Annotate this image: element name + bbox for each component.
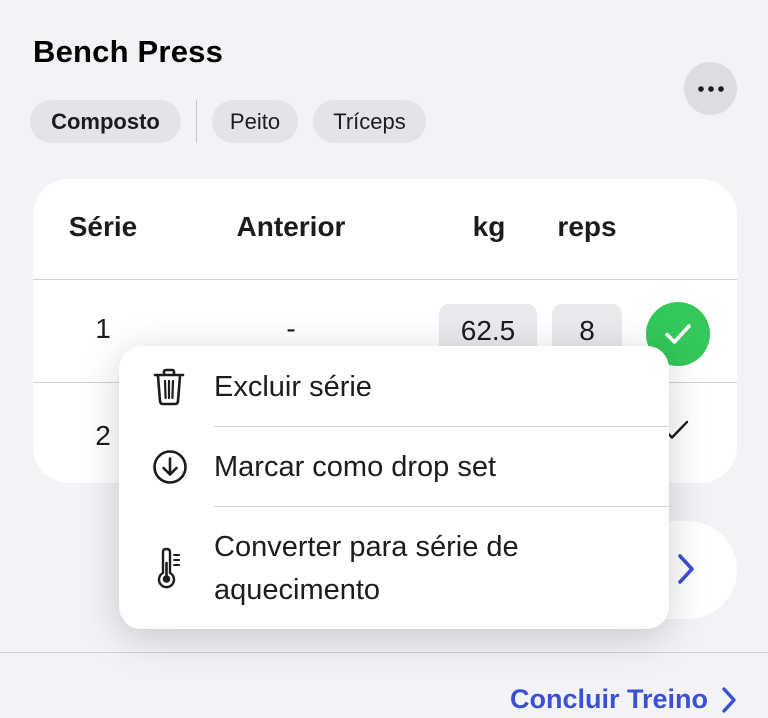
menu-item-label-line2: aquecimento — [214, 574, 381, 606]
menu-item-mark-drop-set[interactable]: Marcar como drop set — [119, 427, 669, 506]
tag-chip-triceps[interactable]: Tríceps — [313, 100, 426, 143]
menu-item-convert-warmup[interactable]: Converter para série de aquecimento — [119, 507, 669, 629]
arrow-down-circle-icon — [152, 449, 188, 490]
thermometer-icon — [157, 547, 185, 594]
context-menu: Excluir série Marcar como drop set Conve… — [119, 346, 669, 629]
column-header-reps: reps — [557, 211, 617, 242]
chevron-right-icon — [722, 686, 736, 713]
column-header-set: Série — [68, 211, 138, 242]
tag-chip-peito[interactable]: Peito — [212, 100, 298, 143]
column-header-weight: kg — [472, 211, 506, 242]
finish-workout-label: Concluir Treino — [509, 684, 708, 714]
menu-item-label-line1: Converter para série de — [214, 531, 519, 563]
set-number: 1 — [95, 313, 111, 344]
chevron-right-icon — [675, 552, 697, 591]
column-header-previous: Anterior — [236, 211, 346, 242]
checkmark-icon — [665, 324, 691, 344]
tag-chip-composto[interactable]: Composto — [30, 100, 181, 143]
chip-divider — [196, 100, 197, 143]
footer-divider — [0, 652, 768, 653]
previous-value: - — [286, 313, 296, 344]
page-title: Bench Press — [33, 34, 224, 69]
row-divider — [33, 279, 737, 280]
trash-icon — [152, 368, 186, 411]
menu-item-label: Excluir série — [214, 371, 372, 403]
ellipsis-icon — [697, 85, 724, 92]
menu-item-label: Marcar como drop set — [214, 451, 497, 483]
set-number: 2 — [95, 420, 111, 451]
finish-workout-button[interactable]: Concluir Treino — [510, 684, 738, 715]
menu-item-delete-set[interactable]: Excluir série — [119, 346, 669, 426]
more-options-button[interactable] — [684, 62, 737, 115]
